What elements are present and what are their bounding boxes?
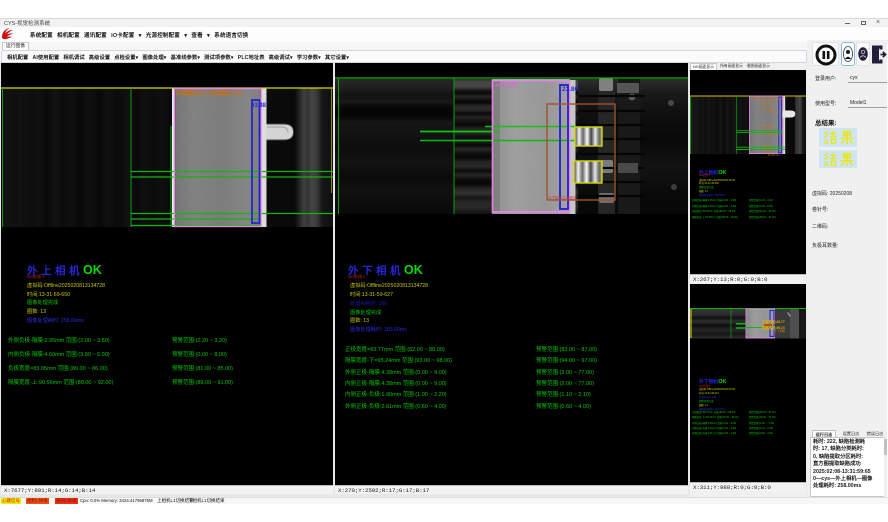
svg-text:23.80: 23.80 xyxy=(562,86,579,93)
svg-text:正极宽度=83.77: 正极宽度=83.77 xyxy=(762,319,785,324)
svg-text:外下相机: 外下相机 xyxy=(774,329,785,333)
svg-text:93.48 mm: 93.48 mm xyxy=(768,133,780,137)
svg-text:灯箱阈值:93, 动态阈值:100: 灯箱阈值:93, 动态阈值:100 xyxy=(176,89,242,97)
svg-text:93.48 mm: 93.48 mm xyxy=(768,153,780,157)
svg-text:灯箱阈值:93, 动态阈值:100: 灯箱阈值:93, 动态阈值:100 xyxy=(751,97,782,101)
svg-text:93.48 mm: 93.48 mm xyxy=(768,110,780,114)
svg-text:AI检测框: AI检测框 xyxy=(495,81,517,89)
svg-text:外下相机 正极宽度: 外下相机 正极宽度 xyxy=(548,195,577,200)
svg-text:93.48: 93.48 xyxy=(251,103,267,109)
